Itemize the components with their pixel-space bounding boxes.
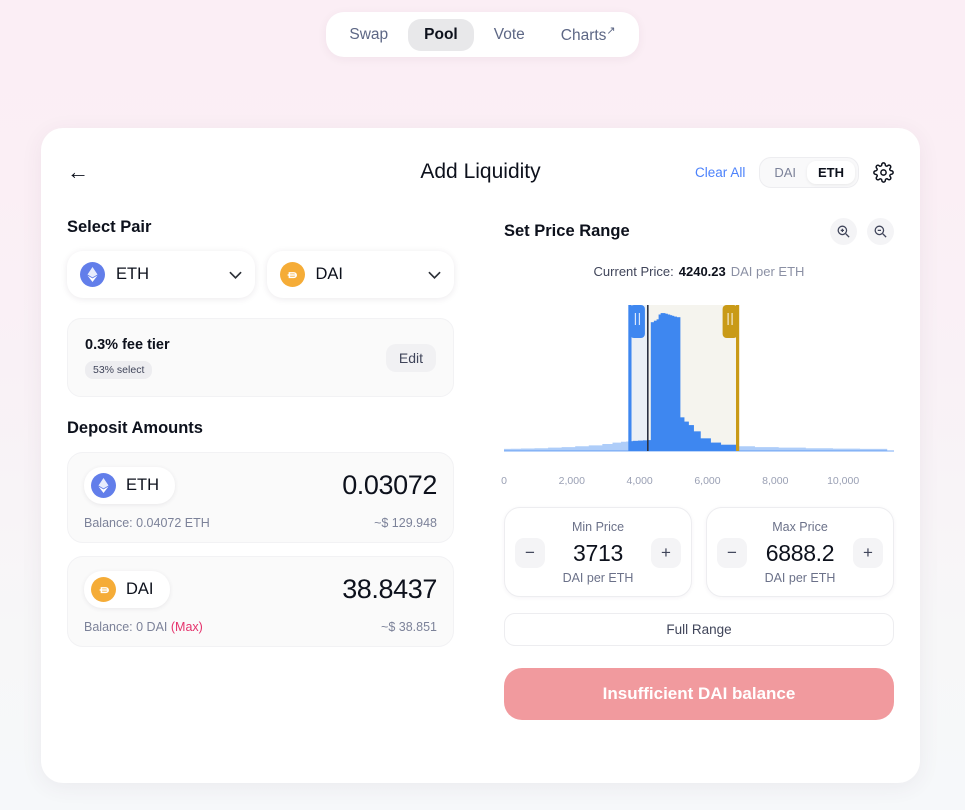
price-inputs-row: Min Price − 3713 + DAI per ETH Max Price… (504, 507, 894, 597)
nav-item-label: Swap (349, 25, 389, 43)
deposit-amount-input-eth[interactable]: 0.03072 (342, 470, 437, 501)
x-axis-tick-label: 4,000 (626, 475, 653, 487)
right-column: Set Price Range Current Price: 4240.23 D… (501, 218, 894, 720)
deposit-token-symbol: ETH (126, 476, 159, 494)
x-axis-tick-label: 0 (501, 475, 507, 487)
deposit-token-symbol: DAI (126, 580, 154, 598)
fee-tier-name: 0.3% fee tier (85, 336, 170, 353)
token-symbol: ETH (116, 265, 149, 283)
current-price-row: Current Price: 4240.23 DAI per ETH (504, 264, 894, 279)
min-price-card: Min Price − 3713 + DAI per ETH (504, 507, 692, 597)
x-axis-tick-label: 6,000 (694, 475, 721, 487)
chevron-down-icon (228, 267, 242, 282)
submit-button: Insufficient DAI balance (504, 668, 894, 720)
token-select-eth[interactable]: ETH (67, 251, 255, 298)
zoom-in-icon[interactable] (830, 218, 857, 245)
external-link-icon: ↗ (606, 25, 616, 37)
card-header: ← Add Liquidity Clear All DAI ETH (67, 152, 894, 192)
min-price-increment-button[interactable]: + (651, 538, 681, 568)
x-axis-tick-label: 10,000 (827, 475, 860, 487)
zoom-out-icon[interactable] (867, 218, 894, 245)
nav-item-swap[interactable]: Swap (333, 19, 404, 51)
nav-item-label: Pool (424, 25, 458, 43)
toggle-option-dai[interactable]: DAI (763, 161, 807, 184)
balance-text: Balance: 0 DAI (84, 620, 168, 634)
deposit-usd-dai: ~$ 38.851 (381, 620, 437, 634)
min-price-unit: DAI per ETH (562, 571, 634, 585)
back-arrow-icon[interactable]: ← (67, 161, 93, 183)
x-axis-tick-label: 2,000 (558, 475, 585, 487)
min-price-decrement-button[interactable]: − (515, 538, 545, 568)
full-range-button[interactable]: Full Range (504, 613, 894, 646)
deposit-balance-eth: Balance: 0.04072 ETH (84, 516, 210, 530)
dai-icon (91, 577, 116, 602)
deposit-usd-eth: ~$ 129.948 (374, 516, 437, 530)
deposit-row-bottom: Balance: 0 DAI (Max) ~$ 38.851 (84, 620, 437, 634)
chart-x-axis-labels: 0 2,000 4,000 6,000 8,000 10,000 (501, 475, 894, 491)
price-range-header: Set Price Range (504, 218, 894, 245)
nav-item-charts[interactable]: Charts↗ (545, 17, 632, 52)
max-price-input[interactable]: 6888.2 (747, 540, 853, 567)
chevron-down-icon (428, 267, 441, 282)
max-price-stepper: − 6888.2 + (717, 538, 883, 568)
nav-item-label: Vote (493, 25, 525, 43)
fee-tier-info: 0.3% fee tier 53% select (85, 337, 170, 379)
nav-item-vote[interactable]: Vote (478, 19, 541, 51)
chart-zoom-controls (830, 218, 894, 245)
left-column: Select Pair ETH DAI 0.3% fee tier 53% se… (67, 218, 454, 720)
card-columns: Select Pair ETH DAI 0.3% fee tier 53% se… (67, 218, 894, 720)
eth-icon (91, 473, 116, 498)
edit-fee-tier-button[interactable]: Edit (385, 343, 436, 372)
max-button[interactable]: (Max) (171, 620, 203, 634)
nav-item-label: Charts (560, 27, 607, 45)
min-price-input[interactable]: 3713 (545, 540, 651, 567)
token-symbol: DAI (315, 265, 344, 283)
deposit-token-eth: ETH (84, 467, 175, 504)
add-liquidity-card: ← Add Liquidity Clear All DAI ETH Select… (41, 128, 920, 783)
set-price-range-title: Set Price Range (504, 222, 630, 240)
max-price-decrement-button[interactable]: − (717, 538, 747, 568)
deposit-row-bottom: Balance: 0.04072 ETH ~$ 129.948 (84, 516, 437, 530)
deposit-amount-input-dai[interactable]: 38.8437 (342, 574, 437, 605)
min-price-label: Min Price (571, 520, 625, 534)
deposit-balance-dai: Balance: 0 DAI (Max) (84, 620, 203, 634)
token-select-dai[interactable]: DAI (266, 251, 454, 298)
min-price-stepper: − 3713 + (515, 538, 681, 568)
deposit-row-top: DAI 38.8437 (84, 571, 437, 608)
select-pair-title: Select Pair (67, 218, 152, 236)
eth-icon (80, 262, 105, 287)
depth-chart-svg (504, 305, 894, 452)
header-actions: Clear All DAI ETH (695, 156, 894, 188)
deposit-amounts-title: Deposit Amounts (67, 419, 203, 437)
balance-text: Balance: 0.04072 ETH (84, 516, 210, 530)
max-price-increment-button[interactable]: + (853, 538, 883, 568)
toggle-option-eth[interactable]: ETH (807, 160, 855, 184)
max-price-label: Max Price (772, 520, 828, 534)
dai-icon (279, 262, 305, 287)
current-price-value: 4240.23 (678, 264, 726, 279)
nav-pill-group: Swap Pool Vote Charts↗ (326, 12, 639, 58)
clear-all-button[interactable]: Clear All (695, 165, 745, 180)
pair-selector-row: ETH DAI (67, 251, 454, 298)
fee-tier-card: 0.3% fee tier 53% select Edit (67, 318, 454, 397)
liquidity-depth-chart[interactable] (504, 293, 894, 473)
deposit-row-top: ETH 0.03072 (84, 467, 437, 504)
deposit-token-dai: DAI (84, 571, 170, 608)
gear-icon[interactable] (873, 161, 894, 183)
x-axis-tick-label: 8,000 (762, 475, 789, 487)
top-navigation-bar: Swap Pool Vote Charts↗ (0, 0, 965, 58)
fee-tier-select-badge: 53% select (85, 360, 153, 379)
max-price-unit: DAI per ETH (764, 571, 836, 585)
current-price-unit: DAI per ETH (730, 264, 805, 279)
nav-item-pool[interactable]: Pool (408, 18, 474, 51)
deposit-row-eth: ETH 0.03072 Balance: 0.04072 ETH ~$ 129.… (67, 452, 454, 543)
deposit-row-dai: DAI 38.8437 Balance: 0 DAI (Max) ~$ 38.8… (67, 556, 454, 647)
max-price-card: Max Price − 6888.2 + DAI per ETH (706, 507, 894, 597)
base-token-toggle: DAI ETH (759, 156, 859, 188)
current-price-label: Current Price: (593, 264, 674, 279)
